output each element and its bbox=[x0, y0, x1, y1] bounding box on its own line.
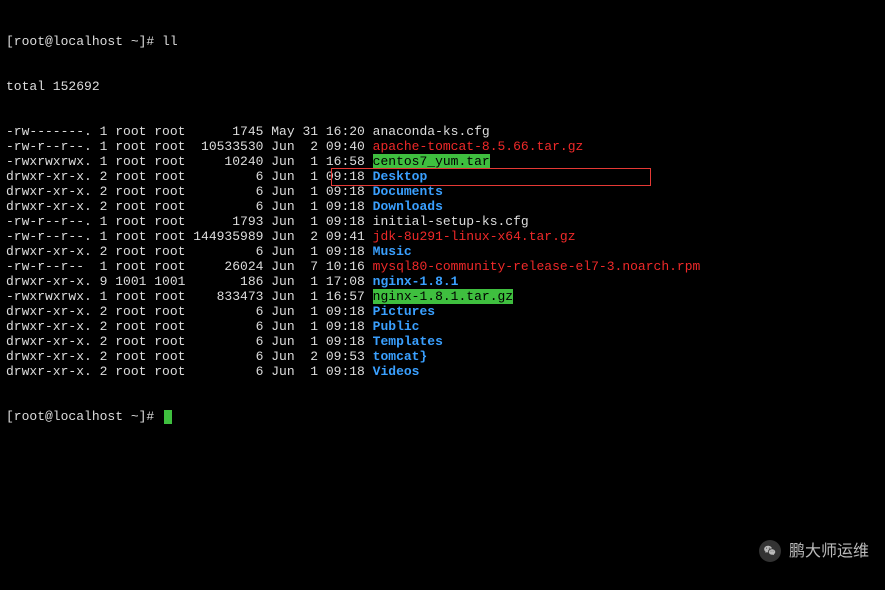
file-meta: -rw-r--r--. 1 root root 10533530 Jun 2 0… bbox=[6, 139, 373, 154]
file-name: nginx-1.8.1.tar.gz bbox=[373, 289, 513, 304]
file-meta: drwxr-xr-x. 2 root root 6 Jun 1 09:18 bbox=[6, 334, 373, 349]
file-name: Videos bbox=[373, 364, 420, 379]
list-item: drwxr-xr-x. 2 root root 6 Jun 2 09:53 to… bbox=[6, 349, 879, 364]
file-meta: drwxr-xr-x. 2 root root 6 Jun 1 09:18 bbox=[6, 304, 373, 319]
file-name: Music bbox=[373, 244, 412, 259]
list-item: -rwxrwxrwx. 1 root root 833473 Jun 1 16:… bbox=[6, 289, 879, 304]
file-meta: drwxr-xr-x. 2 root root 6 Jun 1 09:18 bbox=[6, 169, 373, 184]
list-item: drwxr-xr-x. 2 root root 6 Jun 1 09:18 Do… bbox=[6, 184, 879, 199]
file-meta: drwxr-xr-x. 2 root root 6 Jun 1 09:18 bbox=[6, 199, 373, 214]
list-item: drwxr-xr-x. 2 root root 6 Jun 1 09:18 Mu… bbox=[6, 244, 879, 259]
list-item: drwxr-xr-x. 2 root root 6 Jun 1 09:18 De… bbox=[6, 169, 879, 184]
list-item: -rwxrwxrwx. 1 root root 10240 Jun 1 16:5… bbox=[6, 154, 879, 169]
file-name: jdk-8u291-linux-x64.tar.gz bbox=[373, 229, 576, 244]
file-name: Downloads bbox=[373, 199, 443, 214]
file-name: centos7_yum.tar bbox=[373, 154, 490, 169]
file-meta: -rw-r--r-- 1 root root 26024 Jun 7 10:16 bbox=[6, 259, 373, 274]
file-meta: -rwxrwxrwx. 1 root root 833473 Jun 1 16:… bbox=[6, 289, 373, 304]
file-name: apache-tomcat-8.5.66.tar.gz bbox=[373, 139, 584, 154]
file-meta: drwxr-xr-x. 2 root root 6 Jun 1 09:18 bbox=[6, 244, 373, 259]
list-item: -rw-r--r-- 1 root root 26024 Jun 7 10:16… bbox=[6, 259, 879, 274]
prompt-line-2: [root@localhost ~]# bbox=[6, 409, 879, 424]
list-item: -rw-r--r--. 1 root root 144935989 Jun 2 … bbox=[6, 229, 879, 244]
file-name: mysql80-community-release-el7-3.noarch.r… bbox=[373, 259, 701, 274]
file-name: Documents bbox=[373, 184, 443, 199]
file-name: Pictures bbox=[373, 304, 435, 319]
file-meta: -rw-r--r--. 1 root root 1793 Jun 1 09:18 bbox=[6, 214, 373, 229]
file-name: anaconda-ks.cfg bbox=[373, 124, 490, 139]
file-meta: drwxr-xr-x. 2 root root 6 Jun 1 09:18 bbox=[6, 319, 373, 334]
list-item: -rw-r--r--. 1 root root 10533530 Jun 2 0… bbox=[6, 139, 879, 154]
shell-prompt: [root@localhost ~]# bbox=[6, 34, 162, 49]
terminal[interactable]: [root@localhost ~]# ll total 152692 -rw-… bbox=[0, 0, 885, 443]
file-meta: -rwxrwxrwx. 1 root root 10240 Jun 1 16:5… bbox=[6, 154, 373, 169]
file-meta: drwxr-xr-x. 2 root root 6 Jun 1 09:18 bbox=[6, 364, 373, 379]
list-item: -rw-------. 1 root root 1745 May 31 16:2… bbox=[6, 124, 879, 139]
file-meta: drwxr-xr-x. 9 1001 1001 186 Jun 1 17:08 bbox=[6, 274, 373, 289]
file-listing: -rw-------. 1 root root 1745 May 31 16:2… bbox=[6, 124, 879, 379]
shell-prompt: [root@localhost ~]# bbox=[6, 409, 162, 424]
file-meta: -rw-------. 1 root root 1745 May 31 16:2… bbox=[6, 124, 373, 139]
file-name: Desktop bbox=[373, 169, 428, 184]
file-name: initial-setup-ks.cfg bbox=[373, 214, 529, 229]
wechat-icon bbox=[759, 540, 781, 562]
list-item: -rw-r--r--. 1 root root 1793 Jun 1 09:18… bbox=[6, 214, 879, 229]
file-name: Templates bbox=[373, 334, 443, 349]
command-text: ll bbox=[162, 34, 178, 49]
cursor bbox=[164, 410, 172, 424]
watermark: 鹏大师运维 bbox=[759, 540, 869, 562]
watermark-text: 鹏大师运维 bbox=[789, 544, 869, 559]
file-meta: drwxr-xr-x. 2 root root 6 Jun 1 09:18 bbox=[6, 184, 373, 199]
file-name: nginx-1.8.1 bbox=[373, 274, 459, 289]
total-line: total 152692 bbox=[6, 79, 879, 94]
list-item: drwxr-xr-x. 2 root root 6 Jun 1 09:18 Pu… bbox=[6, 319, 879, 334]
file-name: Public bbox=[373, 319, 420, 334]
file-meta: -rw-r--r--. 1 root root 144935989 Jun 2 … bbox=[6, 229, 373, 244]
file-meta: drwxr-xr-x. 2 root root 6 Jun 2 09:53 bbox=[6, 349, 373, 364]
list-item: drwxr-xr-x. 2 root root 6 Jun 1 09:18 Do… bbox=[6, 199, 879, 214]
list-item: drwxr-xr-x. 2 root root 6 Jun 1 09:18 Vi… bbox=[6, 364, 879, 379]
prompt-line-1: [root@localhost ~]# ll bbox=[6, 34, 879, 49]
list-item: drwxr-xr-x. 2 root root 6 Jun 1 09:18 Te… bbox=[6, 334, 879, 349]
file-name: tomcat} bbox=[373, 349, 428, 364]
list-item: drwxr-xr-x. 9 1001 1001 186 Jun 1 17:08 … bbox=[6, 274, 879, 289]
list-item: drwxr-xr-x. 2 root root 6 Jun 1 09:18 Pi… bbox=[6, 304, 879, 319]
